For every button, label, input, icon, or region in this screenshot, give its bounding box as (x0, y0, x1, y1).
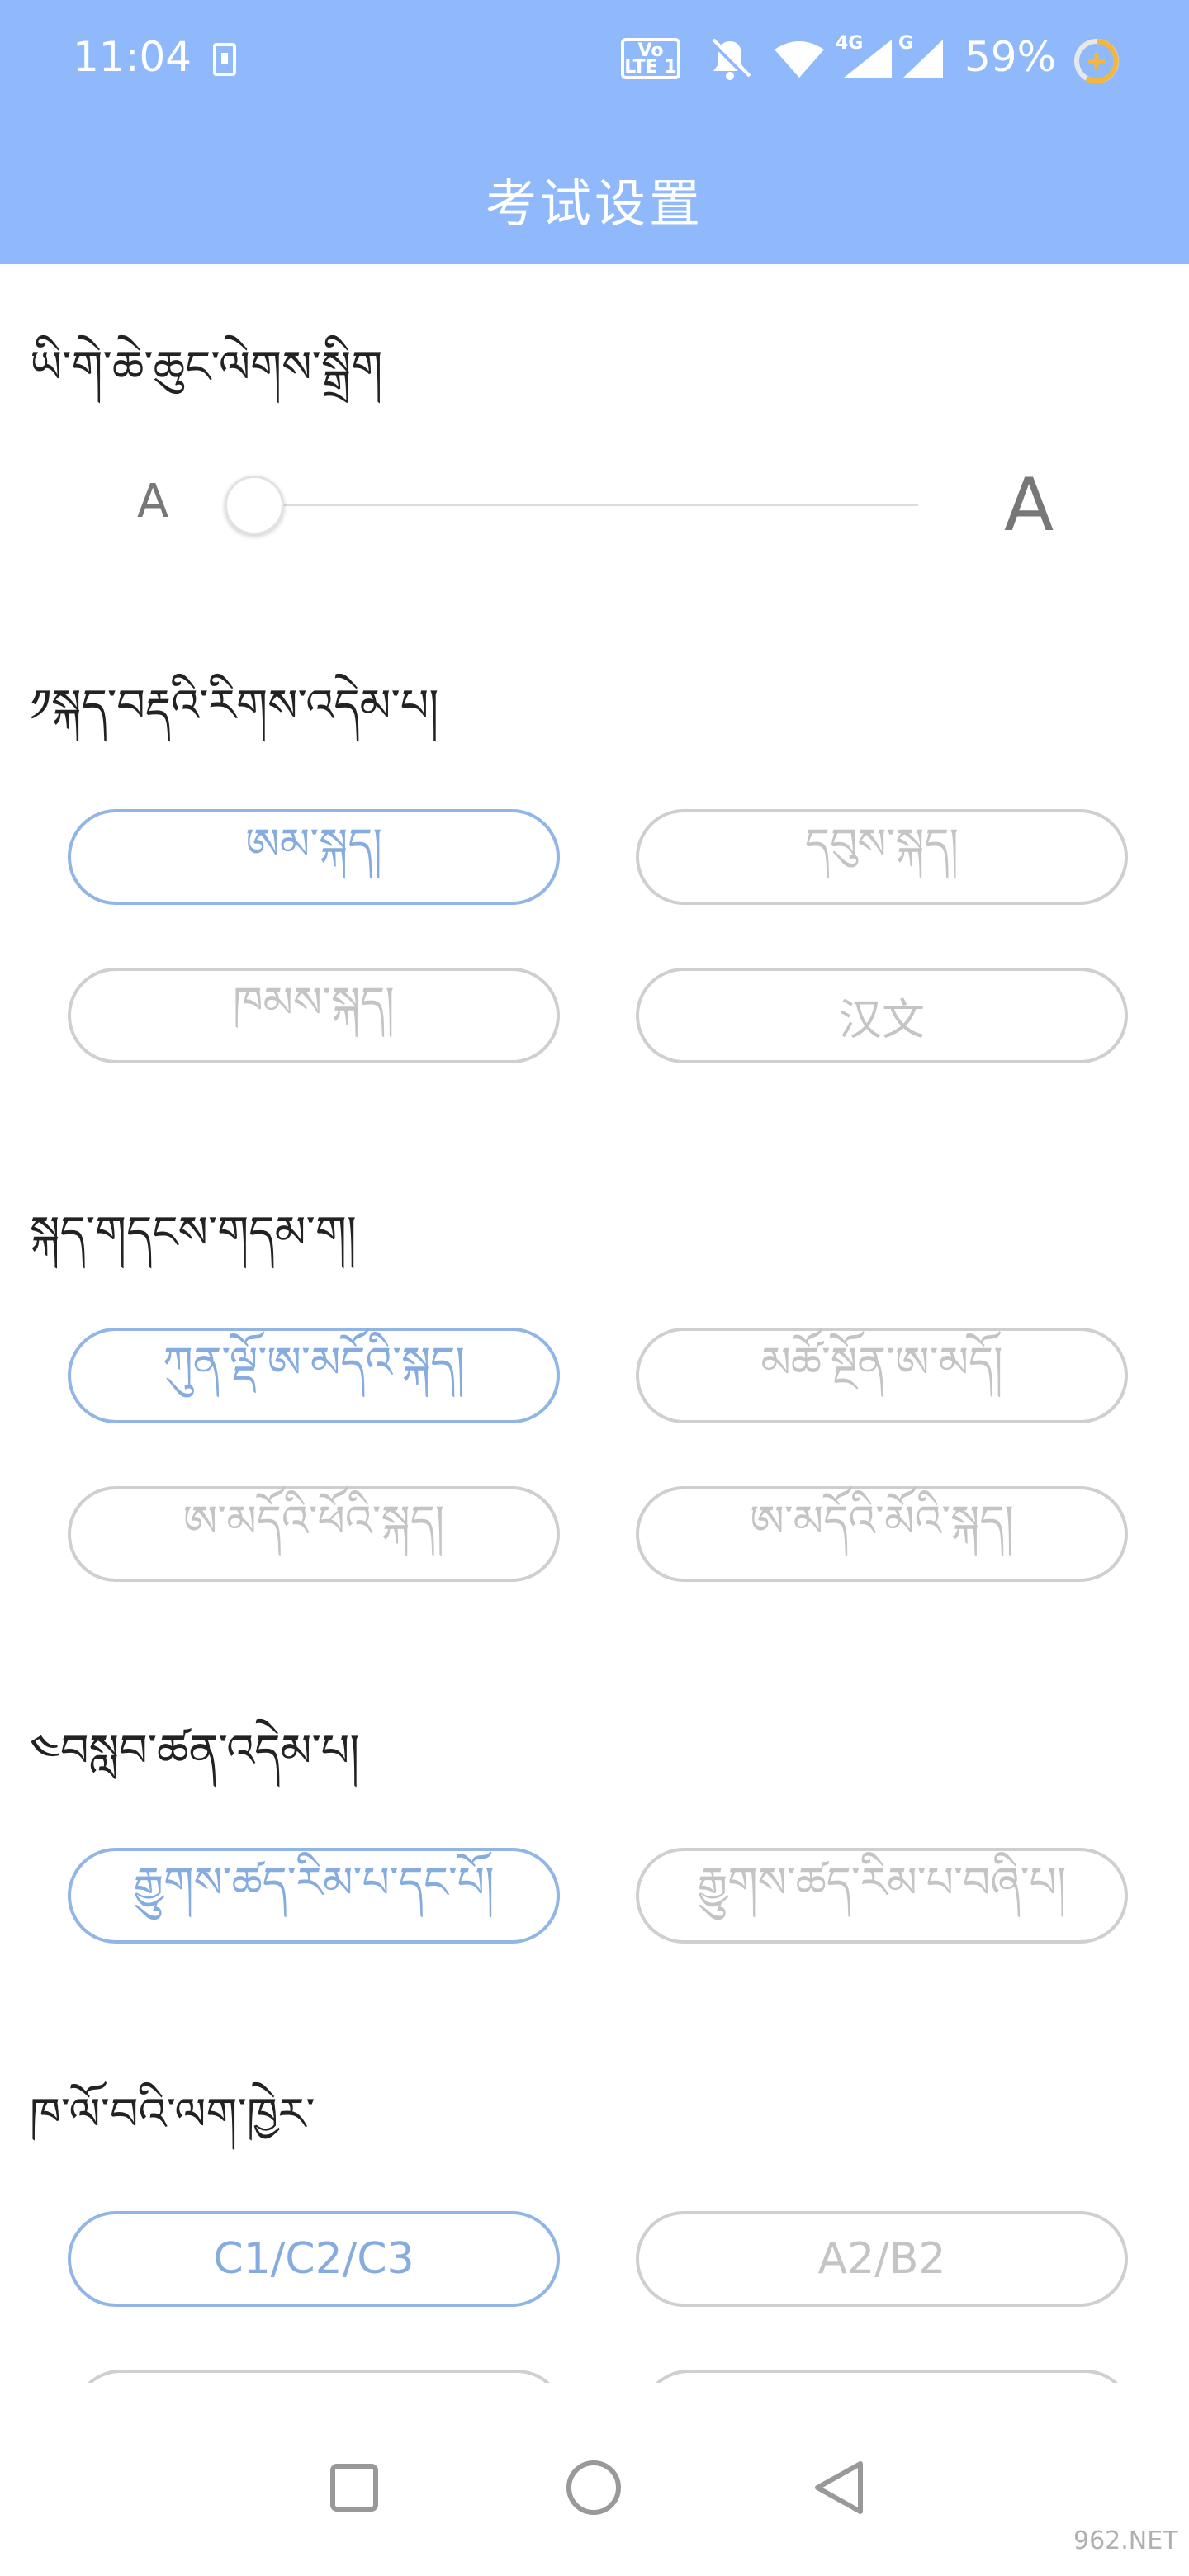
license-option-partial[interactable] (73, 2370, 565, 2383)
font-size-title: ཡི་གེ་ཆེ་ཆུང་ལེགས་སྒྲིག (30, 341, 383, 393)
option-label: ཀུན་ལྡོ་ཨ་མདོའི་སྐད། (163, 1338, 465, 1388)
option-label: A2/B2 (817, 2234, 946, 2284)
status-bar: 11:04 Vo LTE 1 4G G 59% (0, 0, 1189, 124)
font-size-large-label: A (1004, 462, 1054, 547)
font-size-slider-thumb[interactable] (225, 476, 284, 535)
language-option-kham[interactable]: ཁམས་སྐད། (68, 968, 560, 1063)
bell-off-icon (709, 38, 751, 80)
top-bar: 11:04 Vo LTE 1 4G G 59% 考试设置 (0, 0, 1189, 264)
voice-option-2[interactable]: མཚོ་སྔོན་ཨ་མདོ། (636, 1328, 1128, 1423)
voice-option-3[interactable]: ཨ་མདོའི་ཕོའི་སྐད། (68, 1486, 560, 1582)
option-label: ཨ་མདོའི་ཕོའི་སྐད། (182, 1497, 445, 1546)
language-option-chinese[interactable]: 汉文 (636, 968, 1128, 1063)
wifi-icon (775, 41, 824, 78)
option-label: ཨ་མདོའི་མོའི་སྐད། (750, 1497, 1014, 1546)
font-size-small-label: A (137, 475, 169, 528)
recent-apps-icon[interactable] (330, 2464, 378, 2512)
navigation-bar (0, 2394, 1189, 2576)
license-option-c1[interactable]: C1/C2/C3 (68, 2211, 560, 2307)
option-label: ཨམ་སྐད། (245, 820, 382, 869)
font-size-slider-track[interactable] (254, 504, 918, 506)
voice-option-4[interactable]: ཨ་མདོའི་མོའི་སྐད། (636, 1486, 1128, 1582)
option-label: དབུས་སྐད། (804, 820, 959, 869)
battery-saver-icon (1074, 39, 1119, 83)
license-option-partial[interactable] (641, 2370, 1133, 2383)
status-time: 11:04 (73, 33, 192, 81)
option-label: རྒྱུགས་ཚད་རིམ་པ་དང་པོ། (133, 1859, 495, 1908)
page-title: 考试设置 (485, 173, 703, 234)
download-icon (213, 43, 236, 76)
battery-percent: 59% (964, 33, 1057, 81)
option-label: རྒྱུགས་ཚད་རིམ་པ་བཞི་པ། (697, 1859, 1067, 1908)
language-option-amdo[interactable]: ཨམ་སྐད། (68, 809, 560, 905)
license-type-title: ཁ་ལོ་བའི་ལག་ཁྱེར་ (30, 2088, 315, 2140)
language-option-u-tsang[interactable]: དབུས་སྐད། (636, 809, 1128, 905)
language-title: ༡སྐད་བརྡའི་རིགས་འདེམ་པ། (30, 680, 439, 732)
signal-icon (844, 40, 892, 78)
exam-subject-title: ༤བསླབ་ཚན་འདེམ་པ། (30, 1725, 360, 1777)
option-label: 汉文 (838, 995, 925, 1045)
option-label: C1/C2/C3 (213, 2234, 414, 2284)
license-option-a2[interactable]: A2/B2 (636, 2211, 1128, 2307)
back-icon[interactable] (809, 2459, 867, 2517)
option-label: མཚོ་སྔོན་ཨ་མདོ། (760, 1338, 1003, 1388)
voice-option-1[interactable]: ཀུན་ལྡོ་ཨ་མདོའི་སྐད། (68, 1328, 560, 1423)
signal-icon (903, 40, 943, 78)
exam-subject-option-1[interactable]: རྒྱུགས་ཚད་རིམ་པ་དང་པོ། (68, 1848, 560, 1944)
home-icon[interactable] (566, 2460, 621, 2515)
volte-icon: Vo LTE 1 (621, 38, 680, 79)
watermark-logo: 962.NET (1073, 2526, 1178, 2555)
volte-label: Vo LTE 1 (624, 40, 677, 78)
exam-subject-option-4[interactable]: རྒྱུགས་ཚད་རིམ་པ་བཞི་པ། (636, 1848, 1128, 1944)
option-label: ཁམས་སྐད། (233, 978, 395, 1028)
voice-title: སྐད་གདངས་གདམ་ག། (30, 1206, 357, 1258)
